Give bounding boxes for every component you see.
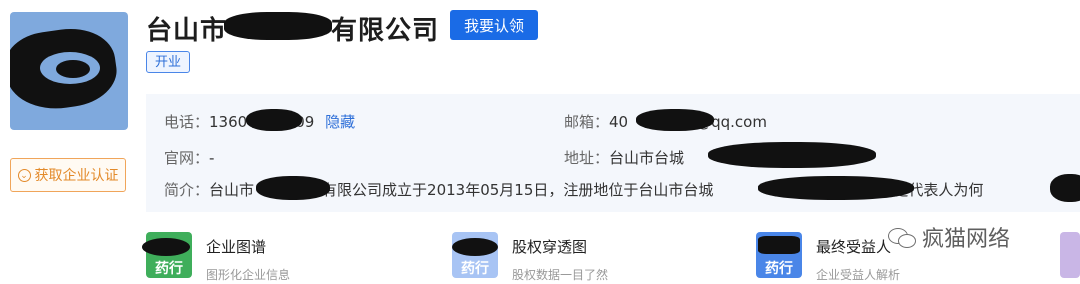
equity-chart-icon: 药行 (452, 232, 498, 278)
card-enterprise-graph[interactable]: 药行 企业图谱 图形化企业信息 (142, 232, 406, 284)
website-row: 官网：- (164, 149, 215, 167)
status-badge: 开业 (146, 51, 191, 73)
address-row: 地址：台山市台城 (564, 149, 685, 167)
card-partial[interactable] (1060, 232, 1080, 284)
hide-phone-link[interactable]: 隐藏 (325, 113, 355, 131)
company-info-panel: 电话：1360 09 隐藏 邮箱：40 @qq.com 官网：- 地址：台山市台城 … (146, 94, 1080, 212)
enterprise-graph-icon: 药行 (142, 232, 192, 278)
wechat-icon (888, 225, 916, 249)
claim-button[interactable]: 我要认领 (450, 10, 538, 40)
get-certification-button[interactable]: ⌄ 获取企业认证 (10, 158, 126, 192)
cert-label: 获取企业认证 (34, 168, 119, 184)
watermark: 疯猫网络 (888, 221, 1010, 253)
company-logo (10, 12, 128, 130)
beneficiary-icon: 药行 (756, 232, 802, 278)
card-equity-penetration[interactable]: 药行 股权穿透图 股权数据一目了然 (452, 232, 712, 284)
chevron-down-circle-icon: ⌄ (17, 168, 31, 182)
redaction-mark (224, 12, 332, 40)
